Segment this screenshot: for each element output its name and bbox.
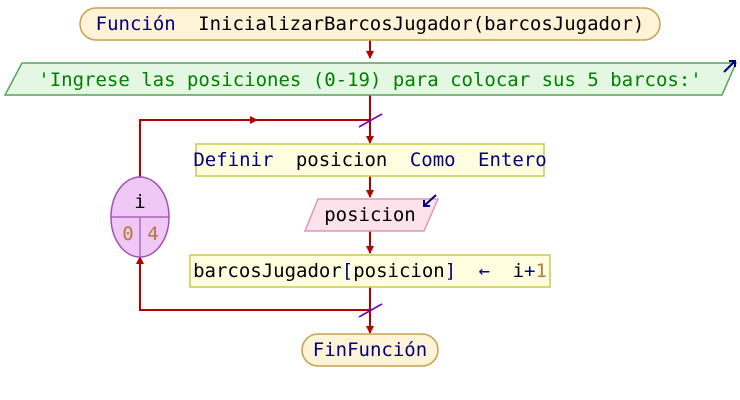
assign-left-bracket: [ [342, 260, 353, 282]
end-keyword: FinFunción [313, 339, 427, 361]
svg-text:barcosJugador[posicion]: barcosJugador[posicion] ← i+1 [193, 260, 547, 282]
assign-number: 1 [535, 260, 546, 282]
start-function-name: InicializarBarcosJugador [198, 13, 473, 35]
start-close-paren: ) [633, 13, 644, 35]
assign-arrow: ← [479, 260, 490, 282]
assign-right-bracket: ] [445, 260, 456, 282]
start-open-paren: ( [473, 13, 484, 35]
output-string: 'Ingrese las posiciones (0-19) para colo… [38, 69, 701, 91]
assign-target: barcosJugador [193, 260, 342, 282]
loop-variable: i [134, 191, 145, 213]
start-keyword: Función [96, 13, 176, 35]
define-variable: posicion [296, 149, 388, 171]
start-param: barcosJugador [484, 13, 633, 35]
define-como-keyword: Como [410, 149, 456, 171]
assign-node[interactable]: barcosJugador[posicion] ← i+1 [189, 254, 551, 288]
loop-node[interactable]: i 0 4 [110, 176, 170, 258]
svg-text:Definir posicion C: Definir posicion Como Entero [193, 149, 546, 171]
output-node[interactable]: 'Ingrese las posiciones (0-19) para colo… [3, 60, 738, 96]
define-keyword: Definir [193, 149, 273, 171]
define-type: Entero [478, 149, 547, 171]
assign-plus: + [524, 260, 535, 282]
loop-end-value: 4 [147, 223, 158, 245]
svg-text:Función InicializarBarco: Función InicializarBarcosJugador(barcosJ… [96, 13, 645, 35]
loop-start-value: 0 [122, 223, 133, 245]
input-variable: posicion [324, 204, 416, 226]
assign-var: i [513, 260, 524, 282]
input-node[interactable]: posicion [303, 194, 440, 232]
define-node[interactable]: Definir posicion Como Entero [193, 143, 547, 177]
assign-index: posicion [353, 260, 445, 282]
flowchart-canvas: Función InicializarBarcosJugador(barcosJ… [3, 7, 738, 367]
end-node[interactable]: FinFunción [301, 333, 439, 367]
start-node[interactable]: Función InicializarBarcosJugador(barcosJ… [79, 7, 661, 41]
